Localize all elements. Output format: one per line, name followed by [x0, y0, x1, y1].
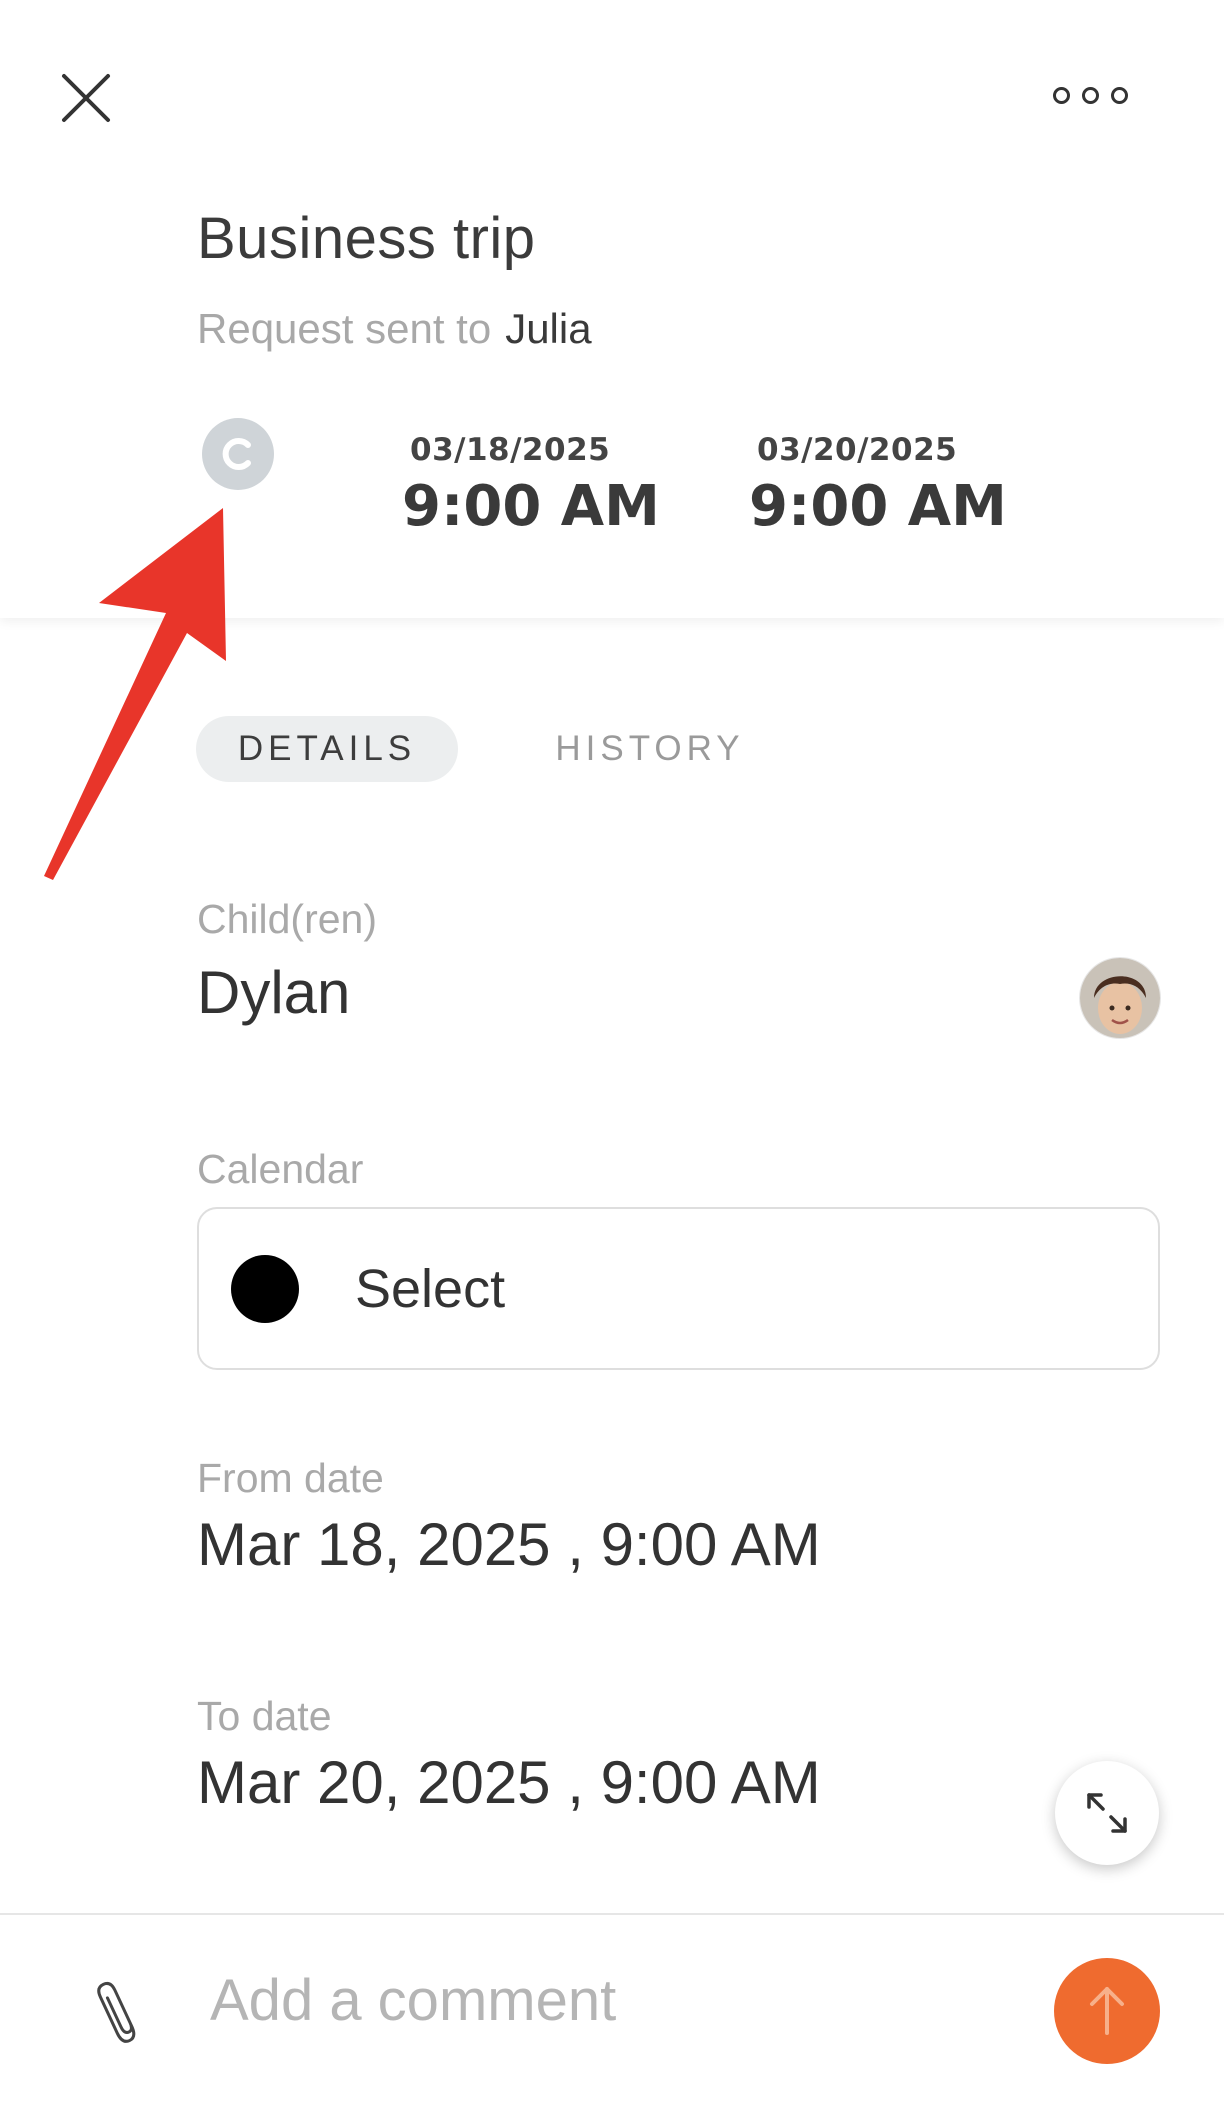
- children-label: Child(ren): [197, 896, 377, 942]
- comment-input[interactable]: [210, 1960, 1010, 2040]
- footer-divider: [0, 1913, 1224, 1915]
- from-date-summary: 03/18/2025: [410, 432, 611, 468]
- to-time-summary: 9:00 AM: [749, 474, 1007, 539]
- tab-history[interactable]: HISTORY: [515, 716, 785, 782]
- more-options-button[interactable]: [1040, 70, 1140, 120]
- from-date-value[interactable]: Mar 18, 2025 , 9:00 AM: [197, 1510, 821, 1579]
- expand-icon: [1087, 1793, 1127, 1833]
- recipient-name: Julia: [505, 305, 592, 352]
- more-icon: [1052, 86, 1070, 104]
- to-datetime-summary: 03/20/2025 9:00 AM: [749, 432, 1007, 539]
- send-button[interactable]: [1054, 1958, 1160, 2064]
- page-title: Business trip: [197, 206, 536, 271]
- close-icon: [62, 74, 110, 122]
- to-date-value[interactable]: Mar 20, 2025 , 9:00 AM: [197, 1748, 821, 1817]
- avatar[interactable]: [1080, 958, 1160, 1038]
- paperclip-icon: [97, 1981, 136, 2043]
- calendar-color-dot: [231, 1254, 299, 1323]
- calendar-select-value: Select: [355, 1258, 506, 1319]
- children-value: Dylan: [197, 959, 351, 1026]
- pending-status-icon[interactable]: [202, 418, 274, 490]
- calendar-label: Calendar: [197, 1146, 364, 1192]
- from-time-summary: 9:00 AM: [402, 474, 660, 539]
- annotation-arrow-icon: [44, 508, 226, 880]
- pending-icon: [222, 438, 251, 470]
- from-date-label: From date: [197, 1455, 384, 1501]
- close-button[interactable]: [48, 60, 124, 136]
- to-date-label: To date: [197, 1693, 332, 1739]
- request-recipient-line: Request sent to Julia: [197, 305, 592, 353]
- calendar-select[interactable]: Select: [197, 1207, 1160, 1370]
- child-avatar-icon: [1080, 958, 1160, 1038]
- expand-button[interactable]: [1055, 1761, 1159, 1865]
- attach-button[interactable]: [80, 1968, 160, 2058]
- to-date-summary: 03/20/2025: [757, 432, 958, 468]
- arrow-up-icon: [1090, 1987, 1124, 2035]
- request-sent-label: Request sent to: [197, 305, 492, 352]
- from-datetime-summary: 03/18/2025 9:00 AM: [402, 432, 660, 539]
